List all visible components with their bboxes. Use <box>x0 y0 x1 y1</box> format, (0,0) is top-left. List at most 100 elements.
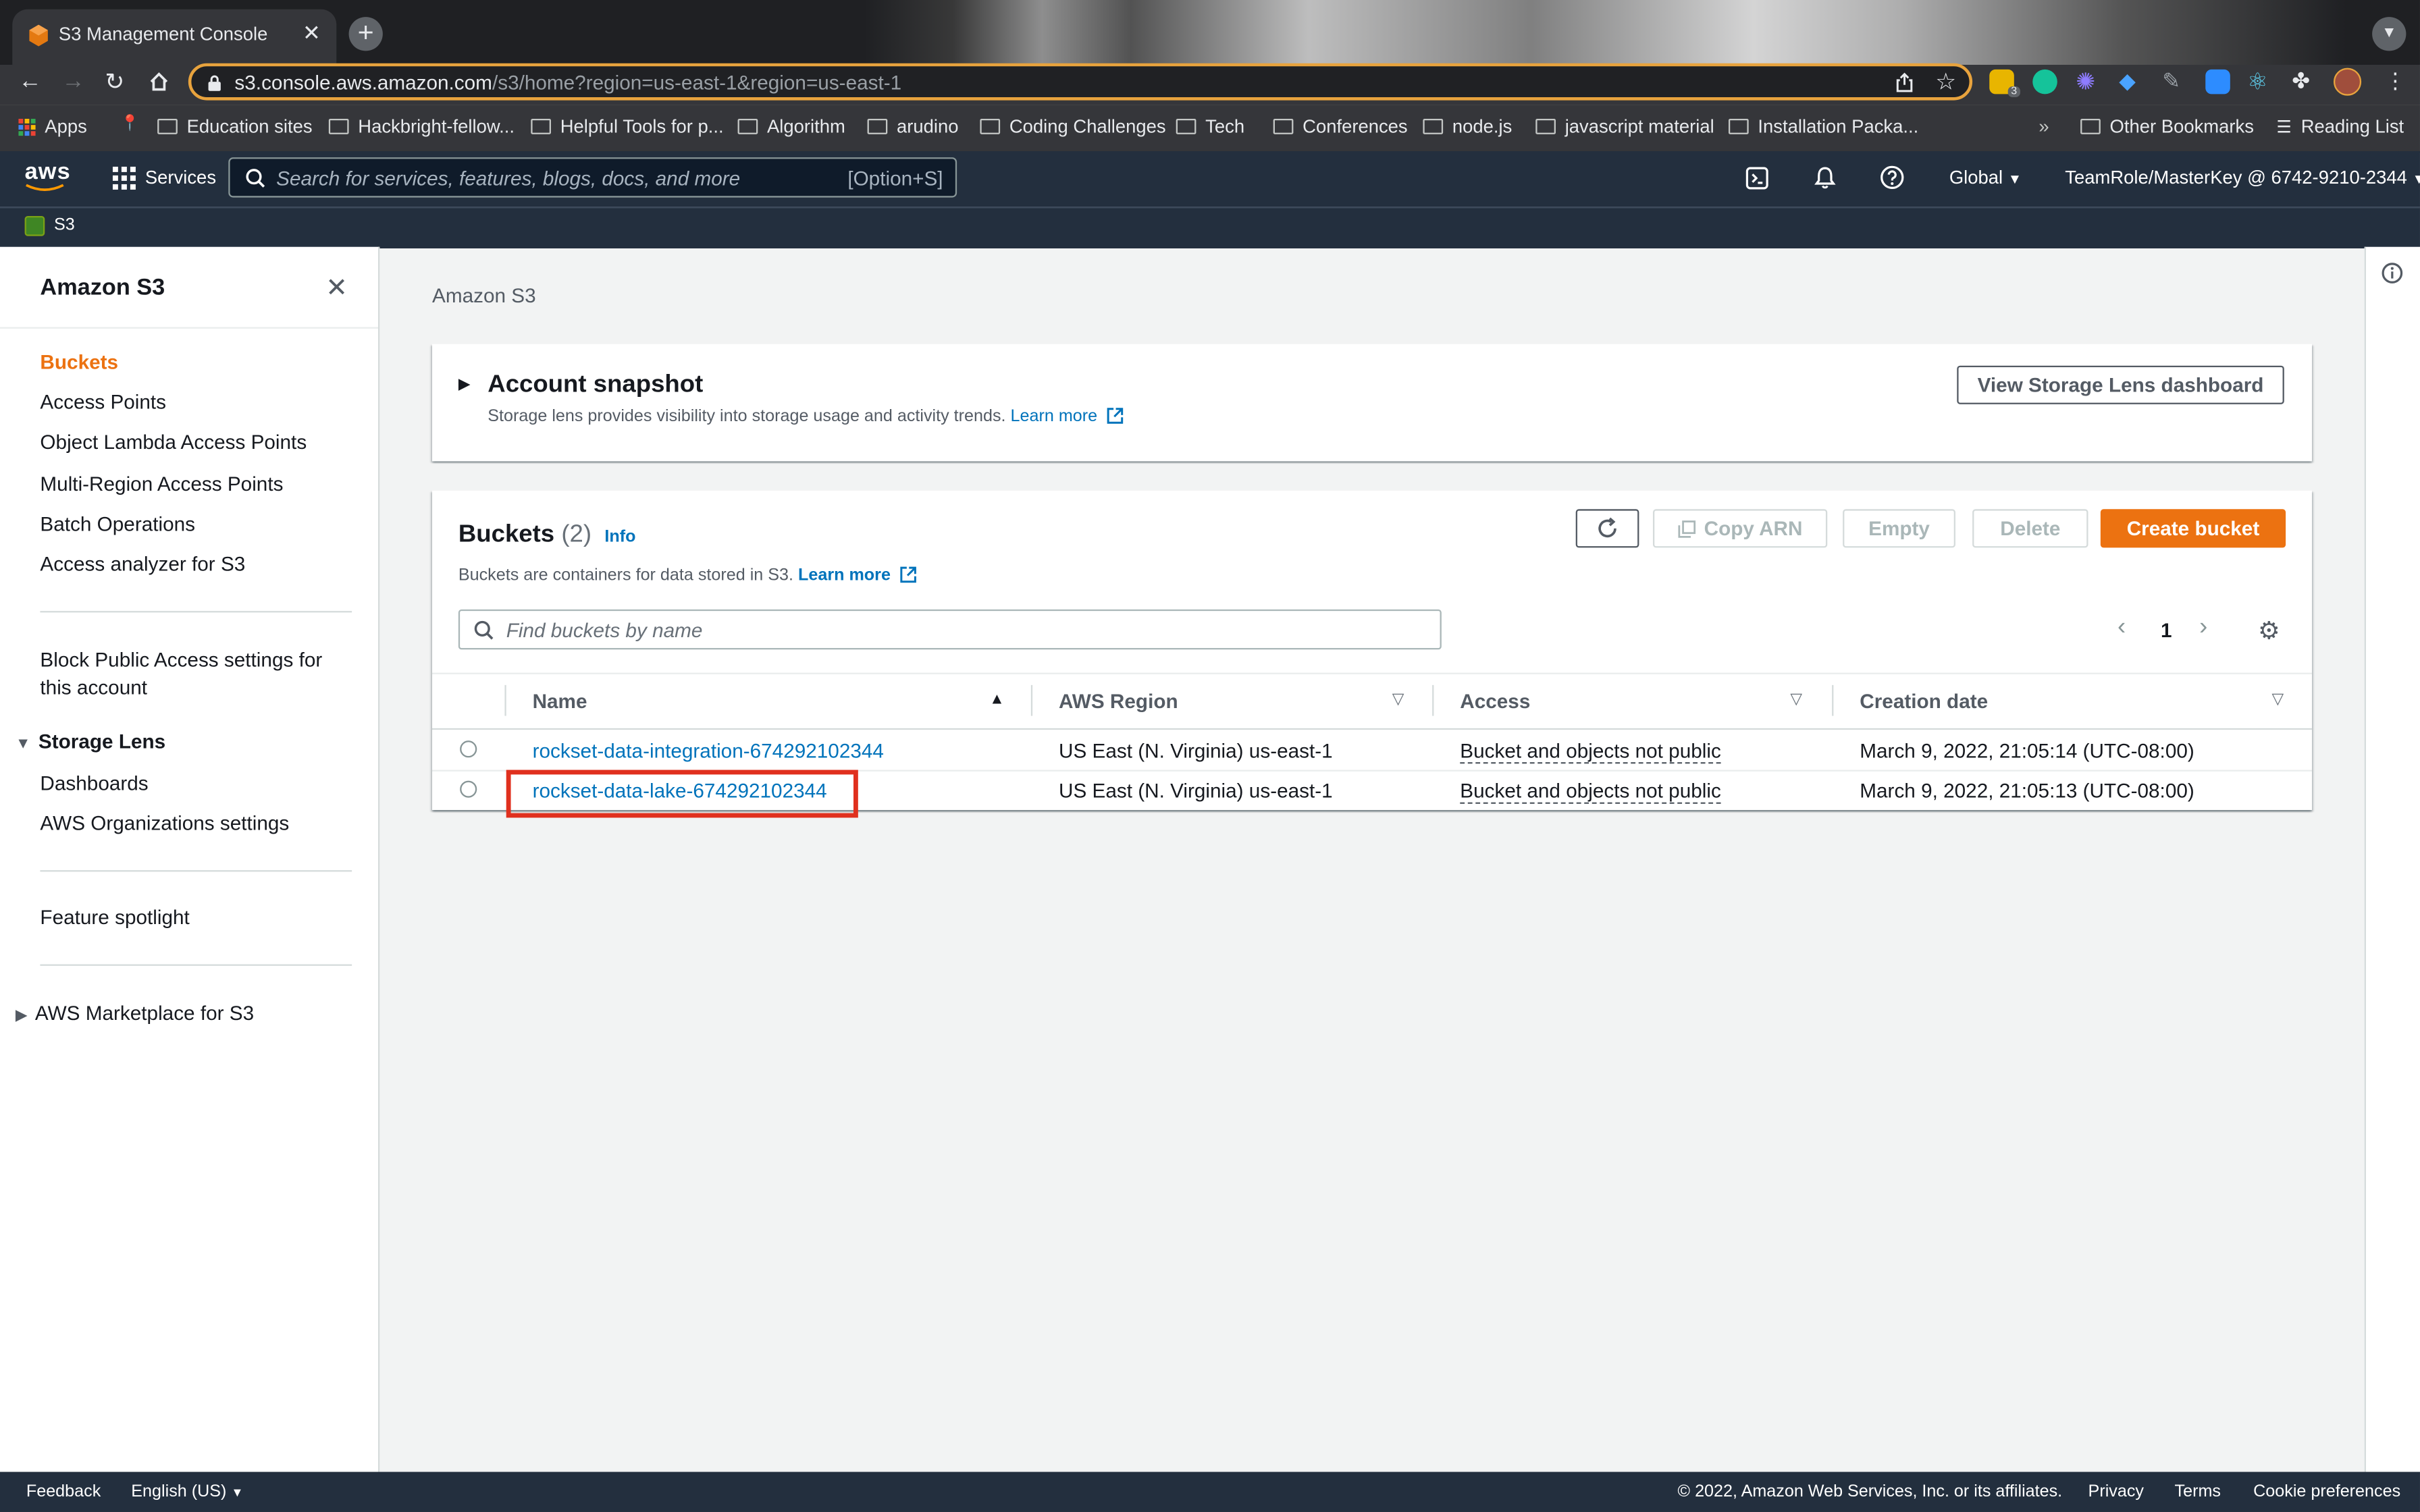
column-header-name[interactable]: Name <box>533 690 587 713</box>
language-selector[interactable]: English (US) ▼ <box>131 1483 243 1501</box>
bookmark-item[interactable]: 📍 <box>120 115 139 132</box>
services-grid-icon[interactable] <box>112 166 136 190</box>
back-arrow-icon[interactable]: ← <box>18 68 41 94</box>
sidebar-item-batch-operations[interactable]: Batch Operations <box>40 512 195 535</box>
extensions-puzzle-icon[interactable]: ✤ <box>2292 68 2310 94</box>
gem-extension-icon[interactable]: ◆ <box>2119 68 2136 94</box>
sort-caret-icon[interactable]: ▽ <box>1790 691 1802 708</box>
current-page-number[interactable]: 1 <box>2161 619 2172 642</box>
snapshot-title[interactable]: Account snapshot <box>488 372 703 400</box>
profile-avatar[interactable] <box>2333 68 2362 96</box>
buckets-info-link[interactable]: Info <box>604 528 635 546</box>
sidebar-item-buckets[interactable]: Buckets <box>40 350 118 373</box>
browser-menu-icon[interactable]: ⋮ <box>2384 68 2406 94</box>
sidebar-item-object-lambda[interactable]: Object Lambda Access Points <box>40 431 307 454</box>
refresh-button[interactable] <box>1575 509 1639 548</box>
tab-search-chevron-icon[interactable]: ▼ <box>2372 17 2406 51</box>
sidebar-item-access-points[interactable]: Access Points <box>40 390 166 413</box>
other-bookmarks[interactable]: Other Bookmarks <box>2080 115 2254 137</box>
bookmark-item[interactable]: arudino <box>867 115 958 137</box>
sidebar-section-storage-lens[interactable]: ▼ Storage Lens <box>16 730 165 753</box>
bookmark-item[interactable]: Hackbright-fellow... <box>328 115 515 137</box>
column-header-access[interactable]: Access <box>1460 690 1530 713</box>
bookmark-item[interactable]: Helpful Tools for p... <box>531 115 724 137</box>
sparkle-extension-icon[interactable]: ✺ <box>2076 68 2095 96</box>
previous-page-icon[interactable]: ‹ <box>2118 614 2126 642</box>
snapshot-learn-more-link[interactable]: Learn more <box>1011 407 1098 425</box>
sidebar-item-organizations-settings[interactable]: AWS Organizations settings <box>40 811 289 834</box>
sidebar-item-dashboards[interactable]: Dashboards <box>40 772 148 794</box>
close-tab-icon[interactable]: ✕ <box>302 20 321 47</box>
find-buckets-input[interactable]: Find buckets by name <box>458 609 1442 650</box>
more-bookmarks-chevron[interactable]: » <box>2038 115 2049 137</box>
buckets-learn-more-link[interactable]: Learn more <box>798 566 891 585</box>
bookmark-star-icon[interactable]: ☆ <box>1935 68 1956 96</box>
close-sidebar-icon[interactable]: ✕ <box>325 273 348 304</box>
terms-link[interactable]: Terms <box>2175 1483 2221 1501</box>
block-public-line2: this account <box>40 676 147 699</box>
search-placeholder: Search for services, features, blogs, do… <box>276 166 741 190</box>
bucket-access[interactable]: Bucket and objects not public <box>1460 779 1721 804</box>
bookmark-item[interactable]: Conferences <box>1273 115 1408 137</box>
sidebar-item-feature-spotlight[interactable]: Feature spotlight <box>40 906 189 929</box>
reload-icon[interactable]: ↻ <box>105 68 124 96</box>
cookie-preferences-link[interactable]: Cookie preferences <box>2253 1483 2400 1501</box>
next-page-icon[interactable]: › <box>2199 614 2207 642</box>
react-devtools-icon[interactable]: ⚛ <box>2247 68 2268 96</box>
forward-arrow-icon[interactable]: → <box>61 68 84 94</box>
view-storage-lens-button[interactable]: View Storage Lens dashboard <box>1957 365 2284 404</box>
privacy-link[interactable]: Privacy <box>2088 1483 2144 1501</box>
sidebar-item-access-analyzer[interactable]: Access analyzer for S3 <box>40 552 245 575</box>
extension-badge: 3 <box>2007 86 2020 97</box>
copy-arn-button[interactable]: Copy ARN <box>1652 509 1828 548</box>
s3-favorite-link[interactable]: S3 <box>54 216 75 234</box>
settings-gear-icon[interactable]: ⚙ <box>2258 616 2280 647</box>
bookmark-item[interactable]: Education sites <box>157 115 313 137</box>
row-select-radio[interactable] <box>460 740 477 758</box>
aws-logo[interactable]: aws <box>25 159 71 192</box>
sidebar-section-marketplace[interactable]: ▶ AWS Marketplace for S3 <box>16 1001 254 1024</box>
bookmark-item[interactable]: Tech <box>1176 115 1244 137</box>
column-header-region[interactable]: AWS Region <box>1059 690 1178 713</box>
feedback-link[interactable]: Feedback <box>26 1483 101 1501</box>
sort-ascending-icon[interactable]: ▲ <box>989 691 1005 708</box>
browser-tab[interactable]: S3 Management Console ✕ <box>12 9 337 65</box>
cloudshell-icon[interactable] <box>1745 167 1768 190</box>
help-icon[interactable] <box>1880 165 1905 190</box>
bucket-name-link[interactable]: rockset-data-integration-674292102344 <box>533 739 884 762</box>
bookmark-item[interactable]: Coding Challenges <box>980 115 1166 138</box>
expand-caret-icon[interactable]: ▶ <box>458 377 471 394</box>
column-header-creation-date[interactable]: Creation date <box>1860 690 1988 713</box>
aws-search-input[interactable]: Search for services, features, blogs, do… <box>228 157 957 198</box>
share-icon[interactable] <box>1895 72 1914 92</box>
zoom-extension-icon[interactable] <box>2205 69 2230 94</box>
sort-caret-icon[interactable]: ▽ <box>1392 691 1404 708</box>
reading-list[interactable]: ☰ Reading List <box>2276 115 2404 137</box>
bookmark-item[interactable]: node.js <box>1423 115 1512 137</box>
bookmark-item[interactable]: Algorithm <box>737 115 845 137</box>
bookmark-item[interactable]: Apps <box>18 115 87 137</box>
delete-button[interactable]: Delete <box>1972 509 2088 548</box>
create-bucket-button[interactable]: Create bucket <box>2100 509 2286 548</box>
bucket-name-link[interactable]: rockset-data-lake-674292102344 <box>533 779 827 802</box>
home-icon[interactable] <box>148 71 169 92</box>
services-menu[interactable]: Services <box>145 167 216 188</box>
empty-button[interactable]: Empty <box>1843 509 1955 548</box>
new-tab-icon[interactable]: + <box>348 17 383 51</box>
info-icon[interactable] <box>2382 263 2403 284</box>
sidebar-item-block-public-access[interactable]: Block Public Access settings for this ac… <box>40 647 322 702</box>
sort-caret-icon[interactable]: ▽ <box>2272 691 2284 708</box>
account-menu[interactable]: TeamRole/MasterKey @ 6742-9210-2344 ▼ <box>2065 167 2420 188</box>
region-selector[interactable]: Global ▼ <box>1949 167 2022 188</box>
bookmark-item[interactable]: javascript material <box>1535 115 1714 137</box>
sidebar-item-multi-region[interactable]: Multi-Region Access Points <box>40 472 283 495</box>
bucket-access[interactable]: Bucket and objects not public <box>1460 739 1721 764</box>
row-select-radio[interactable] <box>460 780 477 798</box>
bookmark-label: Coding Challenges <box>1009 115 1166 138</box>
bookmark-item[interactable]: Installation Packa... <box>1728 115 1918 137</box>
pencil-extension-icon[interactable]: ✎ <box>2162 68 2180 94</box>
lock-icon <box>208 75 221 91</box>
address-bar[interactable]: s3.console.aws.amazon.com/s3/home?region… <box>188 63 1973 101</box>
notifications-bell-icon[interactable] <box>1814 165 1837 190</box>
grammarly-extension-icon[interactable] <box>2032 69 2057 94</box>
